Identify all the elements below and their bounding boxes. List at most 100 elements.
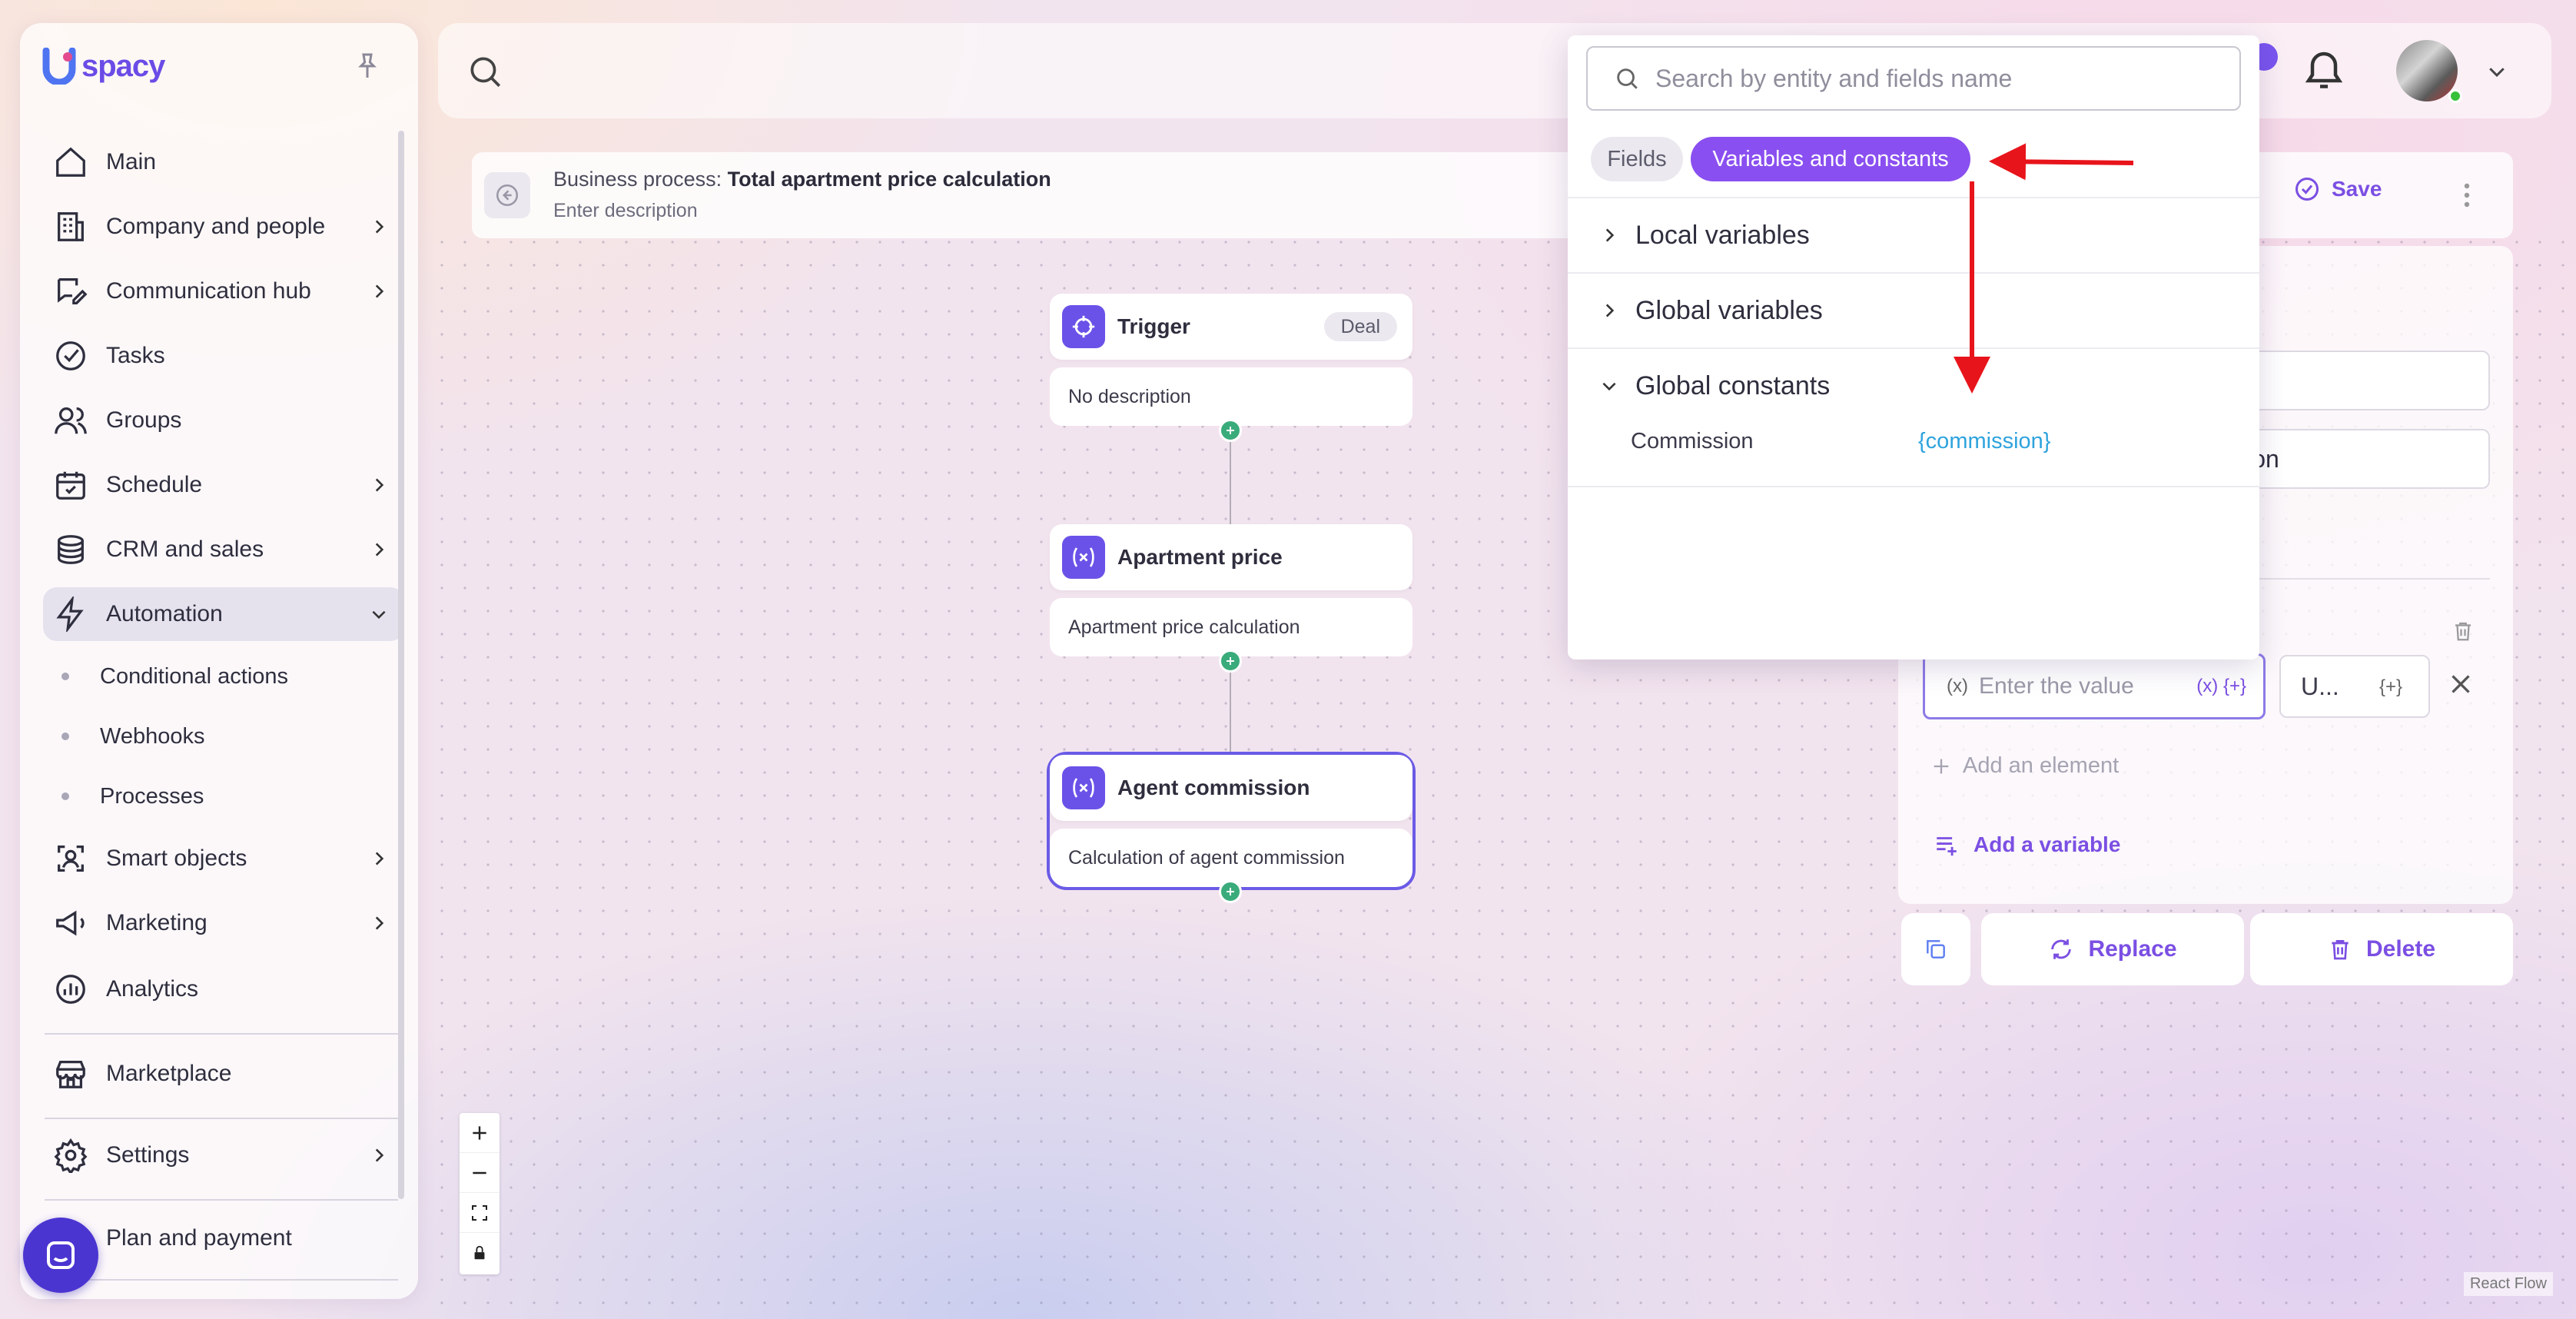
picker-search-input[interactable] <box>1655 64 2239 93</box>
sidebar-scrollbar[interactable] <box>398 131 404 1199</box>
variable-picker-dropdown: Fields Variables and constants Local var… <box>1568 35 2259 660</box>
bullet-icon <box>61 673 69 680</box>
trash-icon[interactable] <box>2452 618 2475 644</box>
chat-edit-icon <box>51 271 91 311</box>
sidebar-item-label: Tasks <box>106 343 165 368</box>
insert-variable-icon[interactable]: (x) {+} <box>2196 676 2246 697</box>
delete-label: Delete <box>2365 936 2436 962</box>
sidebar-item-analytics[interactable]: Analytics <box>43 962 404 1016</box>
sidebar-item-settings[interactable]: Settings <box>43 1128 404 1182</box>
add-element-button[interactable]: Add an element <box>1930 753 2119 779</box>
sidebar-subitem-processes[interactable]: Processes <box>61 773 204 819</box>
node-trigger[interactable]: Trigger Deal No description <box>1050 294 1412 426</box>
chevron-right-icon <box>369 849 389 869</box>
add-node-handle-icon[interactable] <box>1219 650 1242 673</box>
gear-icon <box>51 1135 91 1175</box>
add-variable-button[interactable]: Add a variable <box>1934 832 2120 858</box>
section-global-constants[interactable]: Global constants <box>1568 347 2259 423</box>
trash-icon <box>2332 940 2349 960</box>
sidebar-item-company[interactable]: Company and people <box>43 200 404 254</box>
chevron-right-icon <box>1594 220 1625 251</box>
refresh-icon <box>2051 939 2072 959</box>
sidebar-item-label: Smart objects <box>106 846 247 871</box>
logo[interactable]: spacy <box>41 47 165 86</box>
sidebar-item-label: Communication hub <box>106 278 311 304</box>
sidebar-item-label: Schedule <box>106 472 203 497</box>
process-description[interactable]: Enter description <box>553 200 698 222</box>
search-icon[interactable] <box>466 52 504 91</box>
chevron-down-icon <box>1594 370 1625 401</box>
chevron-right-icon <box>369 475 389 495</box>
zoom-out-icon[interactable] <box>460 1153 500 1193</box>
check-circle-icon <box>2295 178 2319 201</box>
sidebar-item-tasks[interactable]: Tasks <box>43 329 404 383</box>
unit-input[interactable]: U... {+} <box>2279 655 2430 718</box>
close-icon[interactable] <box>2447 670 2475 698</box>
search-icon <box>1617 68 1638 89</box>
add-variable-label: Add a variable <box>1973 832 2121 856</box>
node-description: Calculation of agent commission <box>1050 829 1412 887</box>
sidebar-subitem-conditional-actions[interactable]: Conditional actions <box>61 653 288 699</box>
sidebar-item-automation[interactable]: Automation <box>43 587 404 641</box>
lock-icon[interactable] <box>460 1233 500 1273</box>
chevron-down-icon <box>369 604 389 624</box>
sidebar-divider <box>45 1279 398 1281</box>
bell-icon[interactable] <box>2301 46 2347 92</box>
constant-token[interactable]: {commission} <box>1918 429 2050 454</box>
picker-divider <box>1568 486 2259 487</box>
logo-icon <box>41 47 77 86</box>
more-options-icon[interactable] <box>2459 180 2475 211</box>
save-button[interactable]: Save <box>2293 175 2382 203</box>
add-element-label: Add an element <box>1963 753 2120 778</box>
variable-icon <box>1062 766 1105 809</box>
copy-button[interactable] <box>1901 913 1970 985</box>
copy-icon <box>1927 940 1945 959</box>
react-flow-attribution[interactable]: React Flow <box>2463 1272 2553 1296</box>
chevron-right-icon <box>369 281 389 301</box>
value-input[interactable]: (x) Enter the value (x) {+} <box>1923 653 2266 719</box>
sidebar-item-main[interactable]: Main <box>43 135 404 189</box>
tab-fields[interactable]: Fields <box>1591 137 1683 181</box>
section-global-variables[interactable]: Global variables <box>1568 272 2259 347</box>
building-icon <box>51 207 91 247</box>
sidebar-item-crm[interactable]: CRM and sales <box>43 523 404 576</box>
chevron-right-icon <box>1594 295 1625 326</box>
sidebar-item-marketing[interactable]: Marketing <box>43 896 404 950</box>
picker-search[interactable] <box>1586 46 2241 111</box>
sidebar-item-schedule[interactable]: Schedule <box>43 458 404 512</box>
users-icon <box>51 400 91 440</box>
sidebar-subitem-webhooks[interactable]: Webhooks <box>61 713 205 759</box>
zoom-controls <box>460 1113 500 1274</box>
section-label: Global constants <box>1635 370 1831 400</box>
tab-variables-constants[interactable]: Variables and constants <box>1691 137 1970 181</box>
sidebar-item-label: Marketing <box>106 910 207 935</box>
replace-label: Replace <box>2088 936 2177 962</box>
replace-button[interactable]: Replace <box>1981 913 2244 985</box>
node-title: Trigger <box>1117 314 1190 338</box>
sidebar-item-communication[interactable]: Communication hub <box>43 264 404 318</box>
sidebar-item-smart-objects[interactable]: Smart objects <box>43 832 404 885</box>
insert-constant-icon[interactable]: {+} <box>2379 676 2402 698</box>
node-header: Trigger Deal <box>1050 294 1412 360</box>
section-local-variables[interactable]: Local variables <box>1568 197 2259 272</box>
plus-icon <box>1934 759 1949 773</box>
sidebar-item-groups[interactable]: Groups <box>43 394 404 447</box>
sidebar-divider <box>45 1033 398 1035</box>
pin-icon[interactable] <box>352 51 383 81</box>
add-node-handle-icon[interactable] <box>1219 419 1242 442</box>
support-chat-button[interactable] <box>23 1218 98 1293</box>
constant-name[interactable]: Commission <box>1631 429 1754 454</box>
node-apartment-price[interactable]: Apartment price Apartment price calculat… <box>1050 524 1412 656</box>
sidebar-item-marketplace[interactable]: Marketplace <box>43 1047 404 1101</box>
back-arrow-icon <box>496 184 519 207</box>
zoom-in-icon[interactable] <box>460 1113 500 1153</box>
back-button[interactable] <box>484 172 530 218</box>
delete-button[interactable]: Delete <box>2250 913 2513 985</box>
node-tag: Deal <box>1323 312 1397 341</box>
add-node-handle-icon[interactable] <box>1219 880 1242 903</box>
process-name: Total apartment price calculation <box>727 168 1051 191</box>
fit-view-icon[interactable] <box>460 1193 500 1233</box>
node-agent-commission[interactable]: Agent commission Calculation of agent co… <box>1047 752 1416 890</box>
chevron-down-icon[interactable] <box>2485 60 2508 83</box>
process-title[interactable]: Business process: Total apartment price … <box>553 168 1051 191</box>
